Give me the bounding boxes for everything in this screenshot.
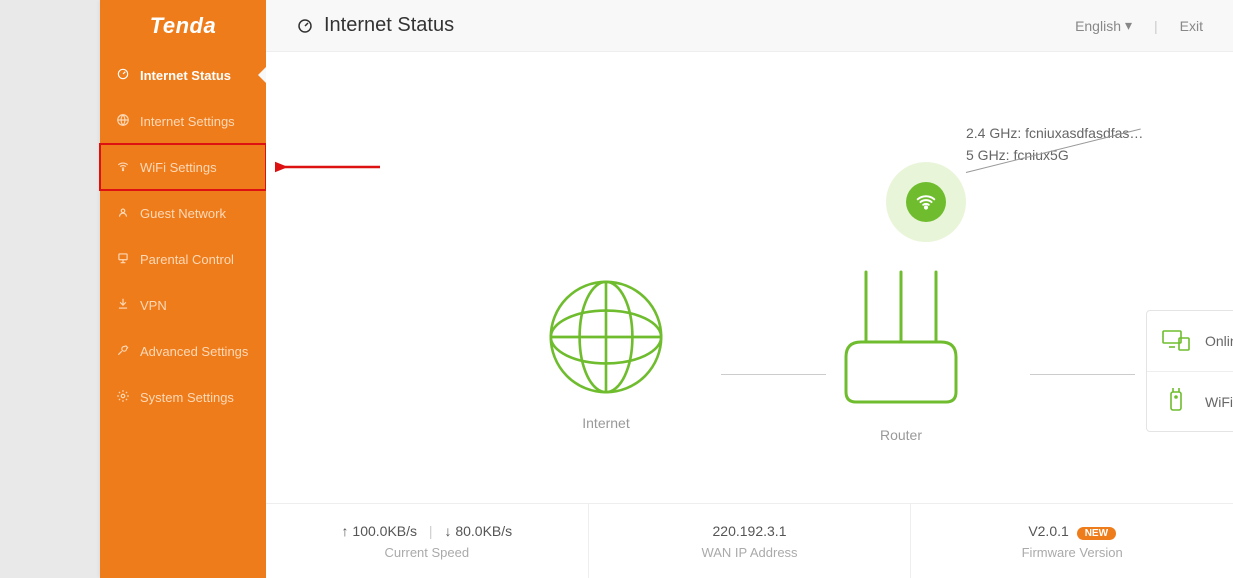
nav-label: Guest Network bbox=[140, 206, 226, 221]
wifi-node[interactable] bbox=[886, 162, 966, 242]
speed-col: ↑ 100.0KB/s | ↓ 80.0KB/s Current Speed bbox=[266, 504, 588, 578]
arrow-up-icon: ↑ bbox=[342, 523, 349, 539]
status-panel: Online: 6 WiFi Extender bbox=[1146, 310, 1233, 432]
nav-parental-control[interactable]: Parental Control bbox=[100, 236, 266, 282]
extender-icon bbox=[1161, 386, 1191, 417]
nav-label: VPN bbox=[140, 298, 167, 313]
dashboard-icon bbox=[114, 67, 132, 84]
nav-wifi-settings[interactable]: WiFi Settings bbox=[100, 144, 266, 190]
separator: | bbox=[429, 523, 433, 539]
nav-internet-status[interactable]: Internet Status bbox=[100, 52, 266, 98]
globe-icon bbox=[114, 113, 132, 130]
language-selector[interactable]: English ▾ bbox=[1075, 17, 1132, 34]
wan-caption: WAN IP Address bbox=[701, 545, 797, 560]
wifi-extender-row[interactable]: WiFi Extender bbox=[1147, 371, 1233, 431]
nav-vpn[interactable]: VPN bbox=[100, 282, 266, 328]
separator: | bbox=[1154, 18, 1158, 34]
internet-node[interactable]: Internet bbox=[546, 277, 666, 431]
arrow-down-icon: ↓ bbox=[444, 523, 451, 539]
ssid-24: 2.4 GHz: fcniuxasdfasdfas… bbox=[966, 122, 1143, 144]
firmware-col: V2.0.1 NEW Firmware Version bbox=[910, 504, 1233, 578]
nav-label: Advanced Settings bbox=[140, 344, 248, 359]
wan-col: 220.192.3.1 WAN IP Address bbox=[588, 504, 911, 578]
nav-internet-settings[interactable]: Internet Settings bbox=[100, 98, 266, 144]
online-devices-row[interactable]: Online: 6 bbox=[1147, 311, 1233, 371]
main: Internet Status English ▾ | Exit 2.4 GHz… bbox=[266, 0, 1233, 578]
firmware-caption: Firmware Version bbox=[1022, 545, 1123, 560]
download-speed: 80.0KB/s bbox=[455, 523, 512, 539]
vpn-icon bbox=[114, 297, 132, 314]
chevron-down-icon: ▾ bbox=[1125, 17, 1132, 34]
internet-label: Internet bbox=[546, 415, 666, 431]
tools-icon bbox=[114, 343, 132, 360]
sidebar: Tenda Internet Status Internet Settings … bbox=[100, 0, 266, 578]
router-label: Router bbox=[831, 427, 971, 443]
nav-list: Internet Status Internet Settings WiFi S… bbox=[100, 52, 266, 420]
topbar: Internet Status English ▾ | Exit bbox=[266, 0, 1233, 52]
brand-logo: Tenda bbox=[100, 0, 266, 52]
nav-label: WiFi Settings bbox=[140, 160, 217, 175]
nav-label: Parental Control bbox=[140, 252, 234, 267]
extender-label: WiFi Extender bbox=[1205, 394, 1233, 410]
connection-line-2 bbox=[1030, 374, 1135, 375]
router-node[interactable]: Router bbox=[831, 262, 971, 443]
parental-icon bbox=[114, 251, 132, 268]
exit-link[interactable]: Exit bbox=[1180, 18, 1203, 34]
language-label: English bbox=[1075, 18, 1121, 34]
wifi-icon bbox=[114, 159, 132, 176]
firmware-version: V2.0.1 bbox=[1028, 523, 1068, 539]
status-icon bbox=[296, 17, 314, 35]
devices-icon bbox=[1161, 328, 1191, 355]
ssid-5: 5 GHz: fcniux5G bbox=[966, 144, 1143, 166]
annotation-arrow bbox=[275, 155, 385, 179]
online-label: Online: bbox=[1205, 333, 1233, 349]
wifi-ssid-block: 2.4 GHz: fcniuxasdfasdfas… 5 GHz: fcniux… bbox=[966, 122, 1143, 166]
wan-ip: 220.192.3.1 bbox=[713, 523, 787, 539]
nav-advanced-settings[interactable]: Advanced Settings bbox=[100, 328, 266, 374]
nav-label: Internet Status bbox=[140, 68, 231, 83]
connection-line-1 bbox=[721, 374, 826, 375]
guest-icon bbox=[114, 205, 132, 222]
nav-system-settings[interactable]: System Settings bbox=[100, 374, 266, 420]
wifi-signal-icon bbox=[906, 182, 946, 222]
content: 2.4 GHz: fcniuxasdfasdfas… 5 GHz: fcniux… bbox=[266, 52, 1233, 578]
nav-label: System Settings bbox=[140, 390, 234, 405]
speed-caption: Current Speed bbox=[385, 545, 470, 560]
page-title: Internet Status bbox=[324, 14, 454, 37]
gear-icon bbox=[114, 389, 132, 406]
footer-stats: ↑ 100.0KB/s | ↓ 80.0KB/s Current Speed 2… bbox=[266, 503, 1233, 578]
upload-speed: 100.0KB/s bbox=[352, 523, 417, 539]
nav-label: Internet Settings bbox=[140, 114, 235, 129]
new-badge: NEW bbox=[1077, 527, 1116, 540]
nav-guest-network[interactable]: Guest Network bbox=[100, 190, 266, 236]
